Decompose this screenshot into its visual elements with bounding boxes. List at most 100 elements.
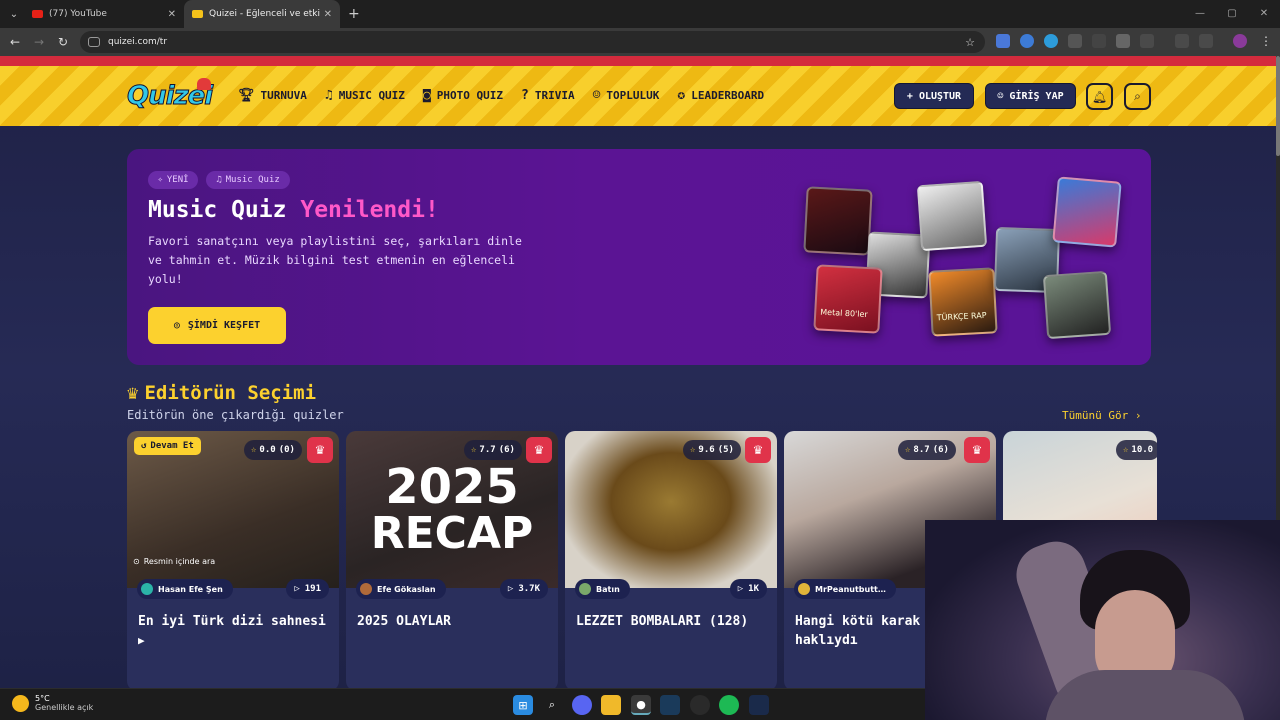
extension-icon[interactable] (1020, 34, 1034, 48)
extension-icon[interactable] (1092, 34, 1106, 48)
quiz-card[interactable]: ↺ Devam Et ☆ 0.0 (0) ♛ ⊙ Resmin içinde ara H… (127, 431, 339, 688)
play-icon: ▷ (737, 584, 744, 594)
discord-icon[interactable] (572, 695, 592, 715)
nav-turnuva[interactable]: 🏆︎ TURNUVA (238, 88, 307, 103)
weather-temp: 5°C (35, 694, 50, 703)
see-all-link[interactable]: Tümünü Gör › (1062, 409, 1141, 422)
author-name: Efe Gökaslan (377, 584, 436, 594)
user-icon: ☺ (997, 90, 1004, 102)
play-count: ▷ 191 (286, 579, 329, 599)
tab-search-icon[interactable]: ⌄ (4, 4, 24, 24)
extension-icon[interactable] (1044, 34, 1058, 48)
search-icon[interactable]: ⌕ (542, 695, 562, 715)
rating-value: 9.6 (698, 445, 715, 455)
turkce-rap-cover[interactable]: TÜRKÇE RAP (928, 267, 998, 337)
camera-icon: ◙ (422, 88, 431, 103)
author-chip[interactable]: MrPeanutbutt… (794, 579, 896, 599)
play-count: ▷ 1K (729, 579, 767, 599)
explore-button[interactable]: ◎ ŞİMDİ KEŞFET (148, 307, 286, 344)
reload-icon[interactable]: ↻ (51, 35, 75, 49)
artist-cover[interactable] (803, 186, 873, 256)
more-menu-icon[interactable]: ⋮ (1260, 34, 1272, 48)
crown-icon: ♛ (307, 437, 333, 463)
youtube-favicon-icon (32, 10, 43, 18)
download-icon[interactable] (1199, 34, 1213, 48)
quiz-card[interactable]: 2025 RECAP ☆ 7.7 (6) ♛ Efe Gökaslan ▷ 3.7K … (346, 431, 558, 688)
close-icon[interactable]: ✕ (324, 9, 332, 20)
band-cover[interactable] (1052, 176, 1122, 248)
login-button[interactable]: ☺ GİRİŞ YAP (985, 83, 1076, 109)
crown-icon: ♛ (526, 437, 552, 463)
file-explorer-icon[interactable] (601, 695, 621, 715)
star-icon: ☆ (251, 445, 257, 455)
section-title-text: Editörün Seçimi (144, 382, 317, 404)
windows-start-icon[interactable]: ⊞ (513, 695, 533, 715)
rating-badge: ☆ 0.0 (0) (244, 440, 302, 460)
league-icon[interactable] (749, 695, 769, 715)
back-icon[interactable]: ← (3, 35, 27, 49)
pen-extension-icon[interactable] (1068, 34, 1082, 48)
tab-youtube[interactable]: (77) YouTube ✕ (24, 0, 184, 28)
weather-condition: Genellikle açık (35, 703, 94, 712)
author-chip[interactable]: Efe Gökaslan (356, 579, 446, 599)
weather-widget[interactable]: 5°C Genellikle açık (12, 694, 93, 712)
nav-leaderboard[interactable]: ✪ LEADERBOARD (677, 88, 764, 103)
star-icon: ☆ (690, 445, 696, 455)
quiz-card[interactable]: ☆ 9.6 (5) ♛ Batın ▷ 1K LEZZET BOMBALARI (12… (565, 431, 777, 688)
close-icon[interactable]: ✕ (168, 9, 176, 20)
question-bubble-icon: ? (521, 88, 529, 103)
continue-badge[interactable]: ↺ Devam Et (134, 437, 201, 455)
profile-avatar[interactable] (1233, 34, 1247, 48)
image-search-hint[interactable]: ⊙ Resmin içinde ara (133, 557, 215, 566)
author-name: Batın (596, 584, 620, 594)
tab-title: (77) YouTube (49, 9, 107, 19)
santa-hat-icon (197, 78, 211, 90)
rating-value: 0.0 (259, 445, 276, 455)
translate-extension-icon[interactable] (996, 34, 1010, 48)
nav-label: TRIVIA (534, 89, 575, 102)
nav-music-quiz[interactable]: ♫ MUSIC QUIZ (325, 88, 405, 103)
maximize-icon[interactable]: ▢ (1216, 0, 1248, 28)
avatar (579, 583, 591, 595)
metal-playlist-cover[interactable]: Metal 80'ler (813, 264, 883, 334)
tab-quizei[interactable]: Quizei - Eğlenceli ve etkileşimli ✕ (184, 0, 340, 28)
play-icon: ▷ (294, 584, 300, 594)
search-icon[interactable]: ⌕ (1124, 83, 1151, 110)
spotify-icon[interactable] (719, 695, 739, 715)
rating-badge: ☆ 9.6 (5) (683, 440, 741, 460)
hero-banner: ✧ YENİ ♫ Music Quiz Music Quiz Yenilendi! … (127, 149, 1151, 365)
new-tab-icon[interactable]: + (348, 6, 360, 22)
history-icon: ↺ (141, 441, 147, 451)
nav-trivia[interactable]: ? TRIVIA (521, 88, 575, 103)
author-chip[interactable]: Hasan Efe Şen (137, 579, 233, 599)
minimize-icon[interactable]: — (1184, 0, 1216, 28)
puzzle-extensions-icon[interactable] (1140, 34, 1154, 48)
crown-icon: ♛ (745, 437, 771, 463)
forward-icon[interactable]: → (27, 35, 51, 49)
thumbnail-text: 2025 (385, 458, 519, 515)
quiz-title-text: En iyi Türk dizi sahnesi (138, 614, 326, 629)
lens-icon: ⊙ (133, 557, 140, 566)
app-icon[interactable] (690, 695, 710, 715)
author-chip[interactable]: Batın (575, 579, 630, 599)
bell-icon[interactable]: 🔔︎ (1086, 83, 1113, 110)
app-icon[interactable] (660, 695, 680, 715)
chrome-icon[interactable]: ● (631, 695, 651, 715)
main-nav: 🏆︎ TURNUVA ♫ MUSIC QUIZ ◙ PHOTO QUIZ ? TRIVI… (238, 88, 764, 103)
browser-toolbar: ← → ↻ quizei.com/tr ☆ ⋮ (0, 28, 1280, 56)
close-window-icon[interactable]: ✕ (1248, 0, 1280, 28)
tag-label: Music Quiz (225, 175, 280, 185)
hint-label: Resmin içinde ara (143, 557, 216, 566)
artist-cover[interactable] (916, 180, 988, 252)
scrollbar-thumb[interactable] (1276, 56, 1280, 156)
create-button[interactable]: + OLUŞTUR (894, 83, 974, 109)
bookmark-star-icon[interactable]: ☆ (965, 36, 975, 49)
avatar (798, 583, 810, 595)
address-bar[interactable]: quizei.com/tr ☆ (80, 31, 985, 53)
nav-photo-quiz[interactable]: ◙ PHOTO QUIZ (423, 88, 503, 103)
artist-cover[interactable] (1042, 270, 1112, 340)
site-info-icon[interactable] (88, 37, 100, 47)
nav-topluluk[interactable]: ☺ TOPLULUK (593, 88, 660, 103)
tab-grid-icon[interactable] (1175, 34, 1189, 48)
extension-icon[interactable] (1116, 34, 1130, 48)
